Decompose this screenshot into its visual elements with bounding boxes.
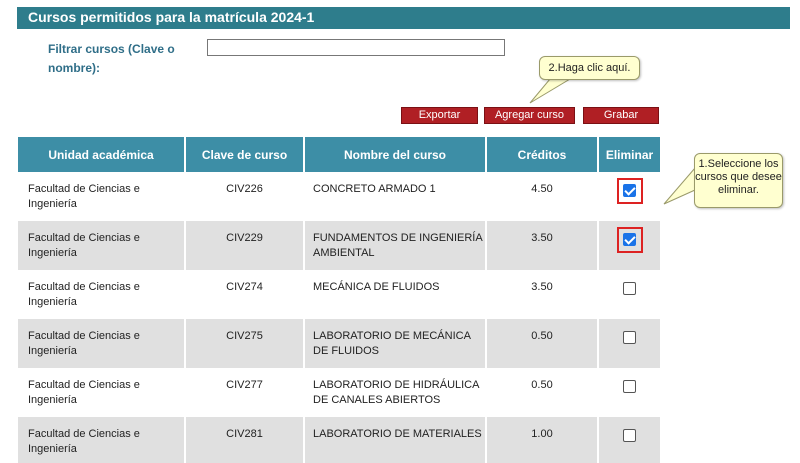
cell-eliminar [598, 319, 660, 368]
table-row: Facultad de Ciencias e Ingeniería CIV275… [18, 319, 660, 368]
cell-unidad: Facultad de Ciencias e Ingeniería [18, 172, 186, 221]
checkbox-wrap [617, 276, 643, 302]
checkbox-wrap [617, 423, 643, 449]
tooltip-pointer-1 [663, 166, 696, 205]
cell-nombre: LABORATORIO DE HIDRÁULICA DE CANALES ABI… [304, 368, 487, 417]
table-row: Facultad de Ciencias e Ingeniería CIV229… [18, 221, 660, 270]
checkbox-wrap [617, 325, 643, 351]
export-button[interactable]: Exportar [401, 107, 478, 124]
cell-eliminar [598, 368, 660, 417]
cell-eliminar [598, 270, 660, 319]
cell-eliminar [598, 417, 660, 463]
cell-creditos: 3.50 [486, 221, 599, 270]
delete-checkbox[interactable] [623, 429, 636, 442]
header-eliminar: Eliminar [598, 137, 660, 172]
cell-nombre: LABORATORIO DE MECÁNICA DE FLUIDOS [304, 319, 487, 368]
cell-eliminar [598, 172, 660, 221]
cell-eliminar [598, 221, 660, 270]
cell-creditos: 3.50 [486, 270, 599, 319]
header-clave: Clave de curso [185, 137, 305, 172]
cell-nombre: CONCRETO ARMADO 1 [304, 172, 487, 221]
header-unidad: Unidad académica [18, 137, 186, 172]
cell-clave: CIV281 [185, 417, 305, 463]
highlight-box [616, 178, 643, 204]
filter-input[interactable] [207, 39, 505, 56]
table-row: Facultad de Ciencias e Ingeniería CIV226… [18, 172, 660, 221]
cell-clave: CIV226 [185, 172, 305, 221]
delete-checkbox[interactable] [623, 184, 636, 197]
cell-clave: CIV275 [185, 319, 305, 368]
cell-clave: CIV229 [185, 221, 305, 270]
cell-creditos: 1.00 [486, 417, 599, 463]
cell-creditos: 0.50 [486, 368, 599, 417]
cell-clave: CIV277 [185, 368, 305, 417]
table-row: Facultad de Ciencias e Ingeniería CIV277… [18, 368, 660, 417]
header-creditos: Créditos [486, 137, 599, 172]
filter-label: Filtrar cursos (Clave o nombre): [48, 42, 175, 75]
delete-checkbox[interactable] [623, 233, 636, 246]
page-title: Cursos permitidos para la matrícula 2024… [17, 7, 790, 29]
cell-creditos: 4.50 [486, 172, 599, 221]
tooltip-step-2: 2.Haga clic aquí. [539, 56, 640, 80]
cell-unidad: Facultad de Ciencias e Ingeniería [18, 417, 186, 463]
cell-nombre: FUNDAMENTOS DE INGENIERÍA AMBIENTAL [304, 221, 487, 270]
cell-creditos: 0.50 [486, 319, 599, 368]
cell-nombre: LABORATORIO DE MATERIALES [304, 417, 487, 463]
highlight-box [616, 227, 643, 253]
checkbox-wrap [617, 374, 643, 400]
cell-nombre: MECÁNICA DE FLUIDOS [304, 270, 487, 319]
cell-unidad: Facultad de Ciencias e Ingeniería [18, 319, 186, 368]
delete-checkbox[interactable] [623, 380, 636, 393]
cell-unidad: Facultad de Ciencias e Ingeniería [18, 221, 186, 270]
tooltip-step-1: 1.Seleccione los cursos que desee elimin… [694, 153, 783, 208]
table-row: Facultad de Ciencias e Ingeniería CIV274… [18, 270, 660, 319]
courses-table: Unidad académica Clave de curso Nombre d… [18, 137, 660, 463]
delete-checkbox[interactable] [623, 282, 636, 295]
save-button[interactable]: Grabar [583, 107, 659, 124]
table-row: Facultad de Ciencias e Ingeniería CIV281… [18, 417, 660, 463]
table-header-row: Unidad académica Clave de curso Nombre d… [18, 137, 660, 172]
delete-checkbox[interactable] [623, 331, 636, 344]
header-nombre: Nombre del curso [304, 137, 487, 172]
tooltip-pointer-2 [529, 78, 572, 104]
cell-clave: CIV274 [185, 270, 305, 319]
add-course-button[interactable]: Agregar curso [484, 107, 575, 124]
cell-unidad: Facultad de Ciencias e Ingeniería [18, 368, 186, 417]
cell-unidad: Facultad de Ciencias e Ingeniería [18, 270, 186, 319]
